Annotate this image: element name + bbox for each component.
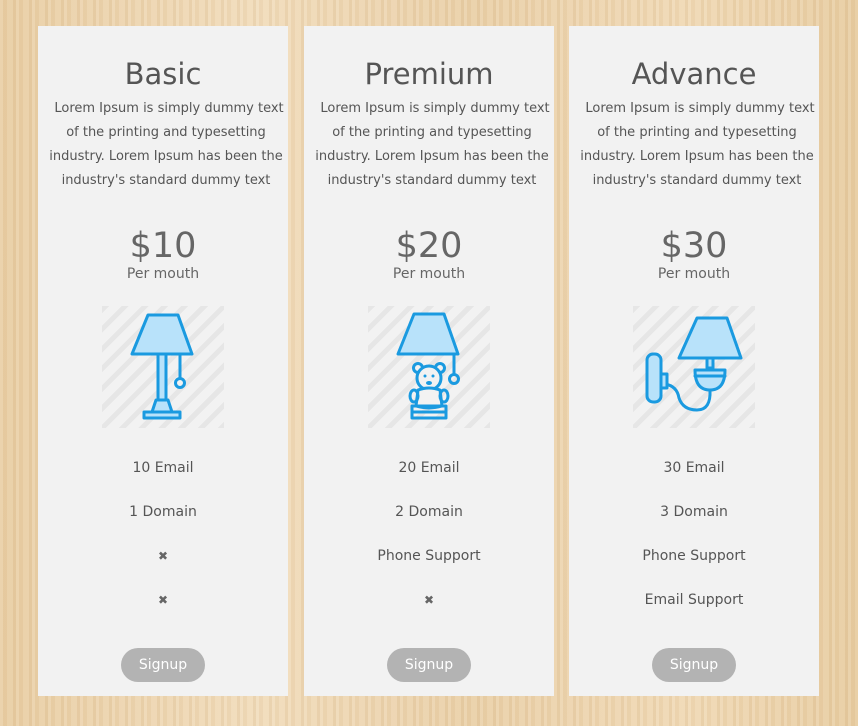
feature-item: 1 Domain	[129, 504, 197, 520]
feature-unavailable-icon: ✖	[423, 593, 435, 607]
feature-item: 30 Email	[663, 460, 725, 476]
signup-button[interactable]: Signup	[121, 648, 205, 682]
feature-list: 20 Email 2 Domain Phone Support ✖	[304, 446, 554, 622]
feature-list: 10 Email 1 Domain ✖ ✖	[38, 446, 288, 622]
feature-item: 2 Domain	[395, 504, 463, 520]
plan-price: $20	[395, 226, 463, 266]
feature-item: Phone Support	[377, 548, 481, 564]
plan-icon-box	[368, 306, 490, 428]
table-lamp-icon	[130, 313, 194, 420]
plan-description: Lorem Ipsum is simply dummy text of the …	[49, 101, 284, 188]
pricing-card-premium: Premium Lorem Ipsum is simply dummy text…	[304, 26, 554, 696]
plan-description: Lorem Ipsum is simply dummy text of the …	[315, 101, 550, 188]
signup-button[interactable]: Signup	[387, 648, 471, 682]
feature-unavailable-icon: ✖	[157, 549, 169, 563]
plan-period: Per mouth	[126, 266, 200, 282]
feature-unavailable-icon: ✖	[157, 593, 169, 607]
plan-title: Advance	[631, 57, 757, 91]
feature-item: 20 Email	[398, 460, 460, 476]
feature-list: 30 Email 3 Domain Phone Support Email Su…	[569, 446, 819, 622]
plan-description: Lorem Ipsum is simply dummy text of the …	[580, 101, 815, 188]
plan-period: Per mouth	[392, 266, 466, 282]
feature-item: Phone Support	[642, 548, 746, 564]
plan-title: Basic	[124, 57, 202, 91]
plan-icon-box	[633, 306, 755, 428]
plan-price: $10	[129, 226, 197, 266]
wall-lamp-icon	[645, 316, 743, 412]
signup-button[interactable]: Signup	[652, 648, 736, 682]
plan-title: Premium	[364, 57, 494, 91]
bear-lamp-icon	[396, 312, 460, 420]
plan-period: Per mouth	[657, 266, 731, 282]
feature-item: 3 Domain	[660, 504, 728, 520]
feature-item: 10 Email	[132, 460, 194, 476]
pricing-card-basic: Basic Lorem Ipsum is simply dummy text o…	[38, 26, 288, 696]
plan-price: $30	[660, 226, 728, 266]
feature-item: Email Support	[644, 592, 744, 608]
pricing-card-advance: Advance Lorem Ipsum is simply dummy text…	[569, 26, 819, 696]
plan-icon-box	[102, 306, 224, 428]
